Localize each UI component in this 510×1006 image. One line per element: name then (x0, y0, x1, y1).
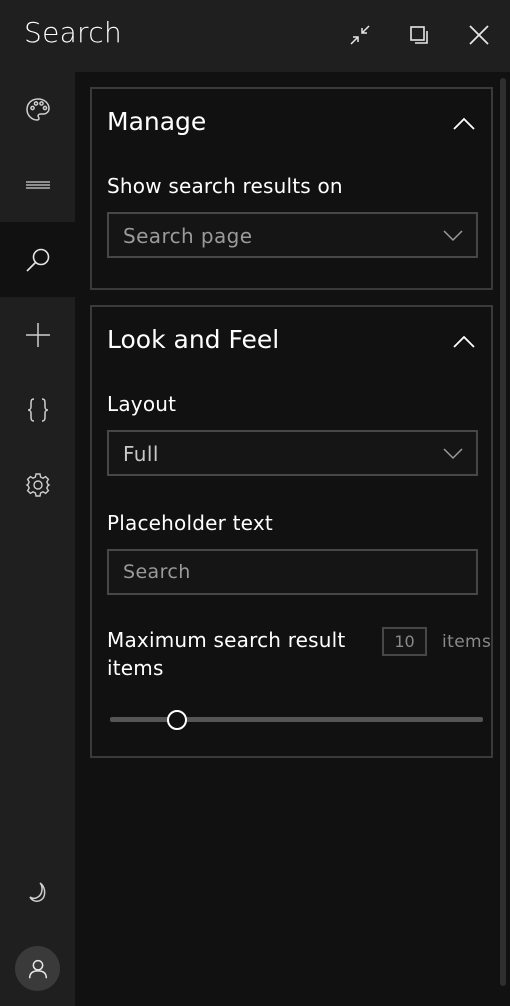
sidebar-item-add[interactable] (0, 297, 75, 372)
title-bar: Search (0, 0, 510, 72)
manage-panel: Manage Show search results on Search pag… (90, 87, 493, 290)
sidebar-item-dark-mode[interactable] (0, 854, 75, 929)
scrollbar[interactable] (500, 78, 506, 986)
sidebar (0, 72, 75, 1006)
sidebar-item-search[interactable] (0, 222, 75, 297)
max-items-slider-track[interactable] (110, 717, 483, 722)
search-icon (25, 248, 49, 272)
chevron-up-icon (453, 117, 475, 130)
braces-icon (27, 397, 48, 422)
user-icon (28, 959, 47, 978)
layout-value: Full (123, 442, 159, 466)
max-items-label-line1: Maximum search result (107, 628, 346, 652)
popout-icon[interactable] (404, 20, 434, 50)
chevron-down-icon (443, 448, 463, 460)
show-results-label: Show search results on (107, 174, 343, 198)
chevron-down-icon (443, 230, 463, 242)
menu-lines-icon (25, 180, 50, 189)
moon-icon (28, 881, 45, 902)
close-icon[interactable] (464, 20, 494, 50)
max-items-label-line2: items (107, 656, 164, 680)
max-items-number-input[interactable] (382, 627, 427, 656)
sidebar-item-menu[interactable] (0, 147, 75, 222)
sidebar-item-code[interactable] (0, 372, 75, 447)
look-and-feel-collapse-button[interactable] (451, 329, 477, 355)
user-avatar[interactable] (15, 946, 60, 991)
placeholder-text-input[interactable] (107, 549, 478, 595)
max-items-slider-thumb[interactable] (167, 710, 188, 730)
palette-icon (25, 97, 50, 121)
sidebar-item-settings[interactable] (0, 447, 75, 522)
look-and-feel-title: Look and Feel (107, 325, 280, 354)
show-results-value: Search page (123, 224, 253, 248)
manage-title: Manage (107, 107, 207, 136)
look-and-feel-panel: Look and Feel Layout Full Placeholder te… (90, 305, 493, 758)
collapse-icon[interactable] (345, 20, 375, 50)
layout-dropdown[interactable]: Full (107, 430, 478, 476)
gear-icon (25, 472, 50, 497)
manage-collapse-button[interactable] (451, 111, 477, 137)
plus-icon (25, 322, 50, 347)
max-items-label: Maximum search result items (107, 628, 345, 680)
placeholder-text-label: Placeholder text (107, 511, 273, 535)
show-results-dropdown[interactable]: Search page (107, 212, 478, 258)
window-title: Search (24, 16, 122, 49)
chevron-up-icon (453, 335, 475, 348)
layout-label: Layout (107, 392, 177, 416)
sidebar-item-theme[interactable] (0, 72, 75, 147)
max-items-units: items (442, 632, 492, 652)
